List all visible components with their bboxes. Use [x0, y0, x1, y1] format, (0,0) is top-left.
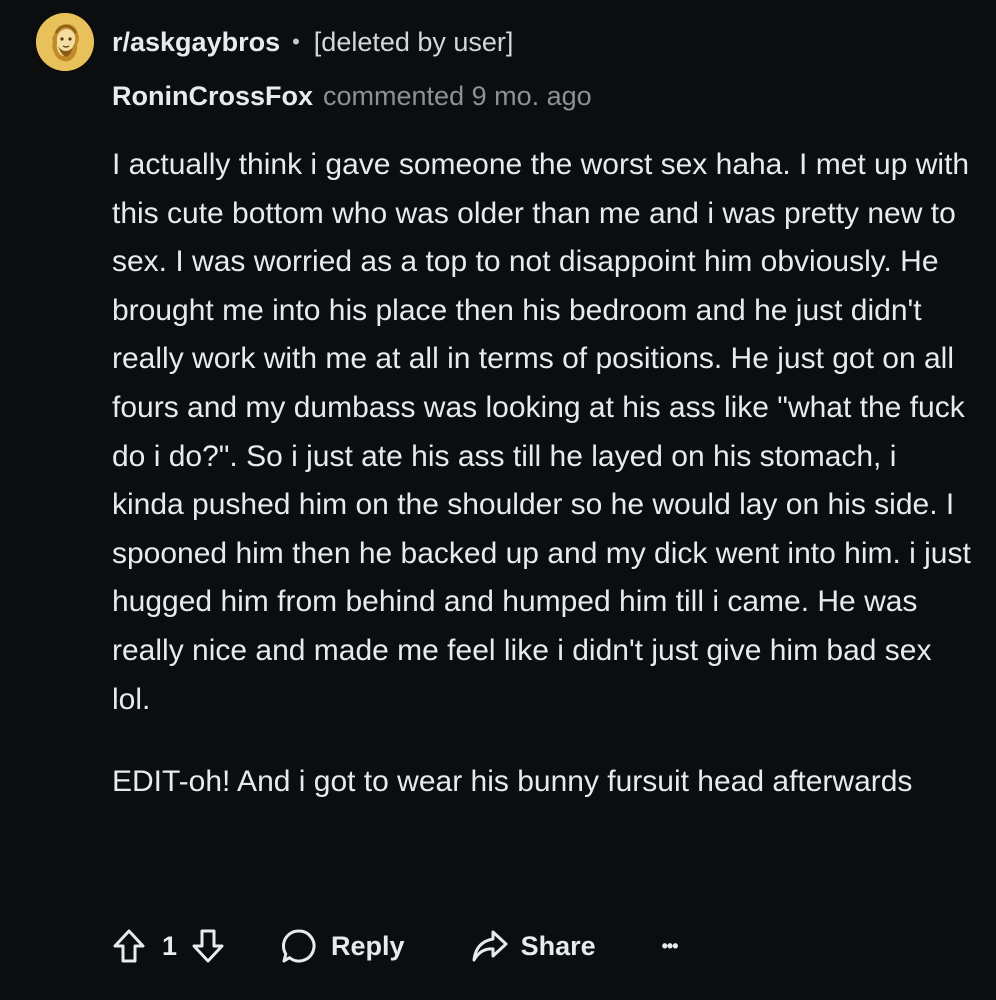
downvote-arrow-icon[interactable] — [191, 928, 225, 964]
separator-dot: • — [292, 29, 300, 54]
comment-timestamp: commented 9 mo. ago — [323, 80, 592, 111]
comment-paragraph: EDIT-oh! And i got to wear his bunny fur… — [112, 765, 913, 799]
reply-label: Reply — [331, 930, 405, 961]
speech-bubble-icon — [281, 928, 317, 964]
bearded-face-icon — [36, 13, 94, 71]
share-arrow-icon — [471, 929, 509, 963]
comment-body: I actually think i gave someone the wors… — [112, 141, 972, 807]
more-options-icon: ••• — [661, 935, 679, 956]
comment-actions: 1 Reply Share ••• — [112, 920, 679, 972]
upvote-arrow-icon[interactable] — [112, 928, 146, 964]
post-header: r/askgaybros • [deleted by user] — [112, 22, 513, 62]
comment-meta: RoninCrossFox commented 9 mo. ago — [112, 76, 592, 116]
post-status[interactable]: [deleted by user] — [314, 27, 514, 58]
subreddit-avatar[interactable] — [36, 13, 94, 71]
author-username[interactable]: RoninCrossFox — [112, 81, 313, 112]
comment-paragraph: I actually think i gave someone the wors… — [112, 148, 971, 716]
share-button[interactable]: Share — [471, 929, 596, 963]
more-options-button[interactable]: ••• — [661, 935, 679, 957]
comment-card: r/askgaybros • [deleted by user] RoninCr… — [0, 0, 996, 1000]
vote-count: 1 — [162, 930, 178, 961]
share-label: Share — [520, 930, 596, 961]
reply-button[interactable]: Reply — [281, 928, 405, 964]
subreddit-link[interactable]: r/askgaybros — [112, 27, 280, 58]
